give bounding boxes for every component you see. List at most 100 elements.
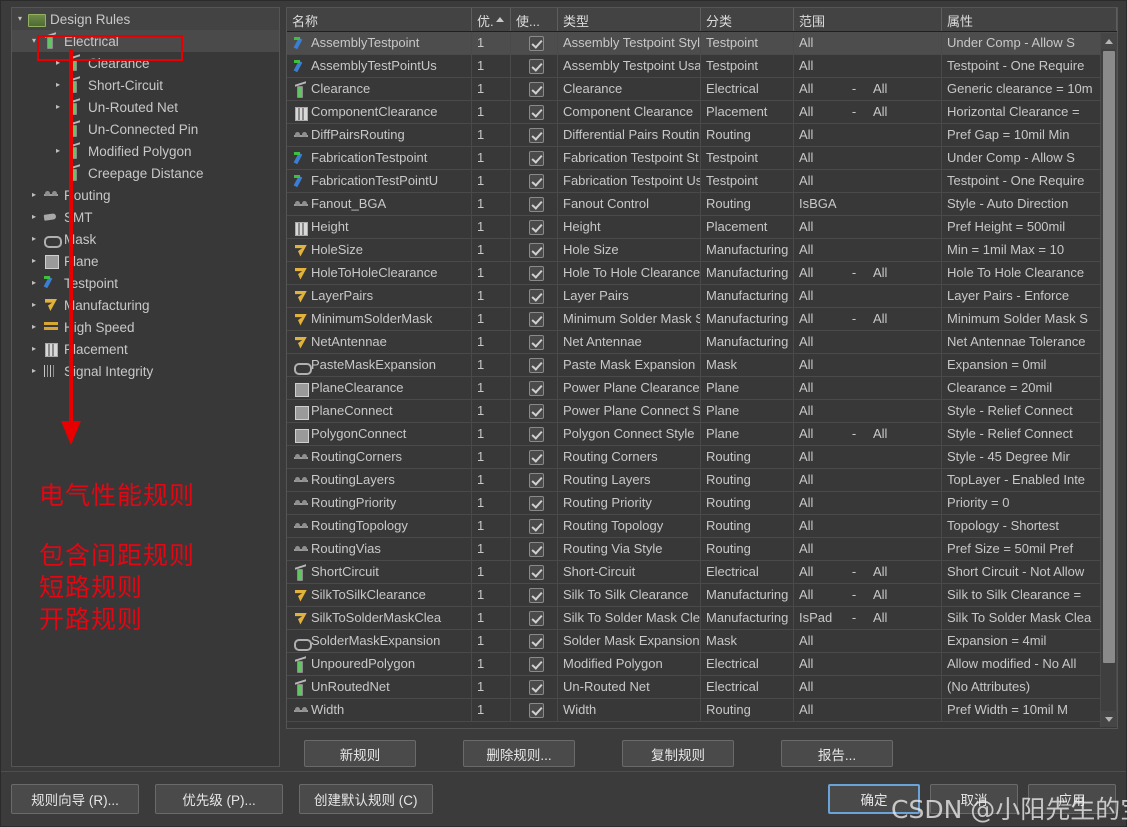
report-button[interactable]: 报告... <box>781 740 893 767</box>
table-row[interactable]: UnpouredPolygon 1 Modified Polygon Electric… <box>287 652 1117 676</box>
enabled-checkbox[interactable] <box>529 104 544 120</box>
column-header-priority[interactable]: 优. <box>472 8 511 31</box>
table-row[interactable]: LayerPairs 1 Layer Pairs Manufacturing All La… <box>287 284 1117 308</box>
table-row[interactable]: HoleSize 1 Hole Size Manufacturing All Min = … <box>287 238 1117 262</box>
enabled-checkbox[interactable] <box>529 196 544 212</box>
enabled-checkbox[interactable] <box>529 150 544 166</box>
chevron-right-icon[interactable]: ▸ <box>26 250 42 272</box>
cell-enabled[interactable] <box>511 123 558 147</box>
table-row[interactable]: SolderMaskExpansion 1 Solder Mask Expansio… <box>287 629 1117 653</box>
enabled-checkbox[interactable] <box>529 541 544 557</box>
tree-item-mask[interactable]: ▸ Mask <box>12 228 279 250</box>
chevron-right-icon[interactable]: ▸ <box>26 184 42 206</box>
cell-enabled[interactable] <box>511 698 558 722</box>
table-row[interactable]: UnRoutedNet 1 Un-Routed Net Electrical All (N… <box>287 675 1117 699</box>
cell-enabled[interactable] <box>511 445 558 469</box>
enabled-checkbox[interactable] <box>529 35 544 51</box>
tree-item-routing[interactable]: ▸ Routing <box>12 184 279 206</box>
cell-enabled[interactable] <box>511 583 558 607</box>
cell-enabled[interactable] <box>511 146 558 170</box>
tree-item-smt[interactable]: ▸ SMT <box>12 206 279 228</box>
cell-enabled[interactable] <box>511 353 558 377</box>
enabled-checkbox[interactable] <box>529 679 544 695</box>
column-header-scope[interactable]: 范围 <box>794 8 942 31</box>
table-row[interactable]: RoutingCorners 1 Routing Corners Routing All… <box>287 445 1117 469</box>
enabled-checkbox[interactable] <box>529 587 544 603</box>
tree-root-design-rules[interactable]: ▾ Design Rules <box>12 8 279 30</box>
cell-enabled[interactable] <box>511 284 558 308</box>
cell-enabled[interactable] <box>511 652 558 676</box>
tree-item-modified-polygon[interactable]: ▸ Modified Polygon <box>12 140 279 162</box>
table-row[interactable]: Width 1 Width Routing All Pref Width = 10mil … <box>287 698 1117 722</box>
cell-enabled[interactable] <box>511 330 558 354</box>
enabled-checkbox[interactable] <box>529 81 544 97</box>
enabled-checkbox[interactable] <box>529 518 544 534</box>
tree-item-electrical[interactable]: ▾ Electrical <box>12 30 279 52</box>
cell-enabled[interactable] <box>511 54 558 78</box>
column-header-category[interactable]: 分类 <box>701 8 794 31</box>
create-default-rules-button[interactable]: 创建默认规则 (C) <box>299 784 433 814</box>
table-row[interactable]: RoutingTopology 1 Routing Topology Routing A… <box>287 514 1117 538</box>
duplicate-rule-button[interactable]: 复制规则 <box>622 740 734 767</box>
table-row[interactable]: AssemblyTestPointUs 1 Assembly Testpoint U… <box>287 54 1117 78</box>
cell-enabled[interactable] <box>511 468 558 492</box>
table-row[interactable]: RoutingVias 1 Routing Via Style Routing All P… <box>287 537 1117 561</box>
enabled-checkbox[interactable] <box>529 633 544 649</box>
scroll-down-icon[interactable] <box>1101 711 1117 727</box>
tree-item-signal-integrity[interactable]: ▸ Signal Integrity <box>12 360 279 382</box>
chevron-right-icon[interactable]: ▸ <box>26 294 42 316</box>
chevron-right-icon[interactable]: ▸ <box>50 96 66 118</box>
cell-enabled[interactable] <box>511 537 558 561</box>
cell-enabled[interactable] <box>511 399 558 423</box>
column-header-name[interactable]: 名称 <box>287 8 472 31</box>
rules-grid[interactable]: 名称 优. 使... 类型 分类 范围 属性 AssemblyTestpoint… <box>286 7 1118 729</box>
enabled-checkbox[interactable] <box>529 173 544 189</box>
cell-enabled[interactable] <box>511 629 558 653</box>
cell-enabled[interactable] <box>511 192 558 216</box>
enabled-checkbox[interactable] <box>529 334 544 350</box>
enabled-checkbox[interactable] <box>529 242 544 258</box>
enabled-checkbox[interactable] <box>529 265 544 281</box>
table-row[interactable]: RoutingPriority 1 Routing Priority Routing A… <box>287 491 1117 515</box>
chevron-right-icon[interactable]: ▸ <box>26 228 42 250</box>
chevron-down-icon[interactable]: ▾ <box>26 30 42 52</box>
tree-item-high-speed[interactable]: ▸ High Speed <box>12 316 279 338</box>
cell-enabled[interactable] <box>511 514 558 538</box>
delete-rule-button[interactable]: 删除规则... <box>463 740 575 767</box>
tree-item-placement[interactable]: ▸ Placement <box>12 338 279 360</box>
column-header-enabled[interactable]: 使... <box>511 8 558 31</box>
table-row[interactable]: AssemblyTestpoint 1 Assembly Testpoint Sty… <box>287 32 1117 55</box>
chevron-right-icon[interactable]: ▸ <box>26 206 42 228</box>
chevron-right-icon[interactable]: ▸ <box>50 74 66 96</box>
grid-vertical-scrollbar[interactable] <box>1100 33 1117 727</box>
chevron-right-icon[interactable]: ▸ <box>26 338 42 360</box>
enabled-checkbox[interactable] <box>529 564 544 580</box>
grid-body[interactable]: AssemblyTestpoint 1 Assembly Testpoint Sty… <box>287 32 1117 728</box>
enabled-checkbox[interactable] <box>529 495 544 511</box>
enabled-checkbox[interactable] <box>529 403 544 419</box>
table-row[interactable]: PolygonConnect 1 Polygon Connect Style Plan… <box>287 422 1117 446</box>
table-row[interactable]: FabricationTestpoint 1 Fabrication Testpoi… <box>287 146 1117 170</box>
rule-wizard-button[interactable]: 规则向导 (R)... <box>11 784 139 814</box>
enabled-checkbox[interactable] <box>529 656 544 672</box>
enabled-checkbox[interactable] <box>529 288 544 304</box>
cell-enabled[interactable] <box>511 32 558 55</box>
table-row[interactable]: PasteMaskExpansion 1 Paste Mask Expansion M… <box>287 353 1117 377</box>
tree-item-un-routed-net[interactable]: ▸ Un-Routed Net <box>12 96 279 118</box>
table-row[interactable]: Fanout_BGA 1 Fanout Control Routing IsBGA Sty… <box>287 192 1117 216</box>
table-row[interactable]: DiffPairsRouting 1 Differential Pairs Rout… <box>287 123 1117 147</box>
table-row[interactable]: ShortCircuit 1 Short-Circuit Electrical All -… <box>287 560 1117 584</box>
chevron-down-icon[interactable]: ▾ <box>12 8 28 30</box>
enabled-checkbox[interactable] <box>529 380 544 396</box>
table-row[interactable]: SilkToSilkClearance 1 Silk To Silk Clearan… <box>287 583 1117 607</box>
table-row[interactable]: RoutingLayers 1 Routing Layers Routing All To… <box>287 468 1117 492</box>
table-row[interactable]: Height 1 Height Placement All Pref Height = 5… <box>287 215 1117 239</box>
rules-tree[interactable]: ▾ Design Rules ▾ Electrical ▸ Clearance ▸ Sho… <box>11 7 280 767</box>
table-row[interactable]: FabricationTestPointU 1 Fabrication Testpo… <box>287 169 1117 193</box>
enabled-checkbox[interactable] <box>529 311 544 327</box>
chevron-right-icon[interactable]: ▸ <box>26 360 42 382</box>
cell-enabled[interactable] <box>511 169 558 193</box>
table-row[interactable]: HoleToHoleClearance 1 Hole To Hole Clearan… <box>287 261 1117 285</box>
new-rule-button[interactable]: 新规则 <box>304 740 416 767</box>
cell-enabled[interactable] <box>511 560 558 584</box>
